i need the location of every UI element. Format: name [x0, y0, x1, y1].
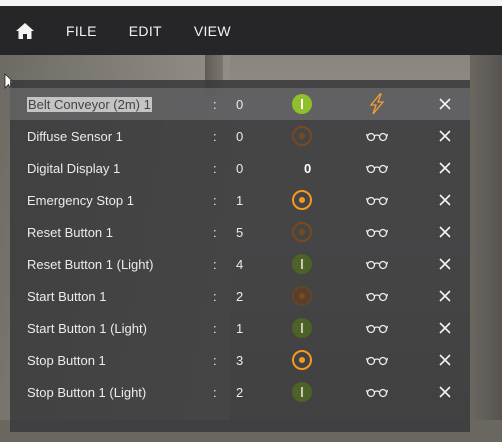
separator: :: [213, 128, 217, 144]
home-button[interactable]: [0, 6, 50, 55]
status-indicator-icon[interactable]: [290, 184, 314, 216]
status-indicator-icon[interactable]: [290, 216, 314, 248]
glasses-icon[interactable]: [362, 312, 392, 344]
signal-id: 3: [236, 352, 244, 368]
signal-id: 5: [236, 224, 244, 240]
signal-name: Diffuse Sensor 1: [27, 120, 217, 152]
table-row[interactable]: Belt Conveyor (2m) 1: 0: [10, 88, 470, 120]
table-row[interactable]: Diffuse Sensor 1: 0: [10, 120, 470, 152]
status-indicator-icon[interactable]: [290, 344, 314, 376]
table-row[interactable]: Start Button 1 (Light): 1: [10, 312, 470, 344]
status-indicator-icon[interactable]: [290, 248, 314, 280]
separator: :: [213, 384, 217, 400]
signal-name: Stop Button 1: [27, 344, 217, 376]
menu-edit[interactable]: EDIT: [113, 6, 178, 55]
signal-id: 0: [236, 160, 244, 176]
close-icon[interactable]: [434, 152, 456, 184]
signal-id: 1: [236, 192, 244, 208]
close-icon[interactable]: [434, 280, 456, 312]
signal-name-text: Emergency Stop 1: [27, 192, 134, 208]
close-icon[interactable]: [434, 120, 456, 152]
table-row[interactable]: Digital Display 1: 0 0: [10, 152, 470, 184]
signal-name: Start Button 1: [27, 280, 217, 312]
signal-name-text: Digital Display 1: [27, 160, 121, 176]
separator: :: [213, 256, 217, 272]
glasses-icon[interactable]: [362, 280, 392, 312]
table-row[interactable]: Start Button 1: 2: [10, 280, 470, 312]
signal-name: Start Button 1 (Light): [27, 312, 217, 344]
signal-name-text: Diffuse Sensor 1: [27, 128, 123, 144]
menu-view[interactable]: VIEW: [178, 6, 247, 55]
separator: :: [213, 160, 217, 176]
table-row[interactable]: Reset Button 1 (Light): 4: [10, 248, 470, 280]
glasses-icon[interactable]: [362, 248, 392, 280]
signal-name: Emergency Stop 1: [27, 184, 217, 216]
io-panel: Belt Conveyor (2m) 1: 0 Diffuse Sensor 1: 0…: [10, 80, 470, 432]
glasses-icon[interactable]: [362, 216, 392, 248]
signal-name-text: Stop Button 1: [27, 352, 106, 368]
close-icon[interactable]: [434, 312, 456, 344]
signal-id: 4: [236, 256, 244, 272]
separator: :: [213, 288, 217, 304]
separator: :: [213, 96, 217, 112]
signal-id: 1: [236, 320, 244, 336]
close-icon[interactable]: [434, 248, 456, 280]
signal-name: Reset Button 1: [27, 216, 217, 248]
status-indicator-icon[interactable]: [290, 312, 314, 344]
close-icon[interactable]: [434, 216, 456, 248]
signal-name-text: Belt Conveyor (2m) 1: [27, 96, 152, 112]
table-row[interactable]: Stop Button 1: 3: [10, 344, 470, 376]
signal-id: 0: [236, 96, 244, 112]
signal-name: Stop Button 1 (Light): [27, 376, 217, 408]
table-row[interactable]: Emergency Stop 1: 1: [10, 184, 470, 216]
glasses-icon[interactable]: [362, 344, 392, 376]
signal-id: 2: [236, 288, 244, 304]
signal-name-text: Stop Button 1 (Light): [27, 384, 147, 400]
signal-name-text: Reset Button 1 (Light): [27, 256, 154, 272]
menu-file[interactable]: FILE: [50, 6, 113, 55]
table-row[interactable]: Reset Button 1: 5: [10, 216, 470, 248]
signal-id: 2: [236, 384, 244, 400]
separator: :: [213, 352, 217, 368]
scene-wall-right: [470, 55, 502, 442]
signal-name-text: Reset Button 1: [27, 224, 113, 240]
separator: :: [213, 192, 217, 208]
glasses-icon[interactable]: [362, 152, 392, 184]
status-indicator-icon[interactable]: [290, 376, 314, 408]
close-icon[interactable]: [434, 344, 456, 376]
close-icon[interactable]: [434, 88, 456, 120]
signal-name: Digital Display 1: [27, 152, 217, 184]
glasses-icon[interactable]: [362, 120, 392, 152]
glasses-icon[interactable]: [362, 376, 392, 408]
signal-name-text: Start Button 1 (Light): [27, 320, 147, 336]
signal-name: Reset Button 1 (Light): [27, 248, 217, 280]
glasses-icon[interactable]: [362, 184, 392, 216]
separator: :: [213, 320, 217, 336]
signal-id: 0: [236, 128, 244, 144]
display-value: 0: [304, 160, 312, 176]
table-row[interactable]: Stop Button 1 (Light): 2: [10, 376, 470, 408]
status-indicator-icon[interactable]: [290, 120, 314, 152]
close-icon[interactable]: [434, 184, 456, 216]
status-indicator-icon[interactable]: [290, 280, 314, 312]
home-icon: [16, 22, 34, 39]
close-icon[interactable]: [434, 376, 456, 408]
signal-name-text: Start Button 1: [27, 288, 107, 304]
menu-bar: FILE EDIT VIEW: [0, 6, 502, 55]
status-indicator-icon[interactable]: [290, 88, 314, 120]
lightning-icon[interactable]: [362, 88, 392, 120]
signal-name: Belt Conveyor (2m) 1: [27, 88, 217, 120]
separator: :: [213, 224, 217, 240]
